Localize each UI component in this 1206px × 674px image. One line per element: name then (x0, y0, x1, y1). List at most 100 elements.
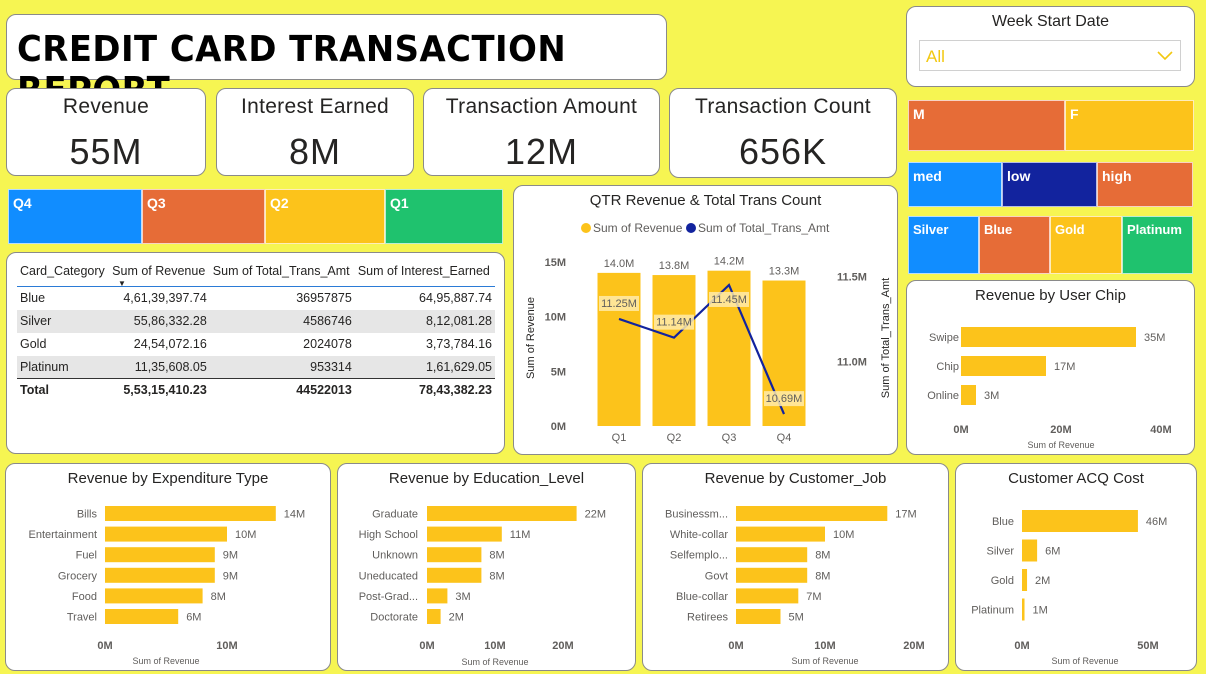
data-label: 8M (815, 570, 830, 582)
bar (736, 609, 781, 624)
data-label: 10M (833, 529, 854, 541)
category-label: Blue-collar (676, 591, 728, 603)
customer-job-chart: Businessm... 17M White-collar 10M Selfemplo.… (665, 506, 925, 666)
cell: 2024078 (303, 337, 352, 351)
x-tick-label: Q1 (612, 432, 627, 444)
tile-card-blue[interactable]: Blue (979, 216, 1050, 274)
chevron-down-icon (1157, 51, 1173, 61)
data-label: 35M (1144, 332, 1165, 344)
y-tick-label: 0M (551, 421, 566, 433)
table-row: Gold 24,54,072.16 2024078 3,73,784.16 (17, 333, 495, 356)
category-label: Travel (67, 612, 97, 624)
table-row: Silver 55,86,332.28 4586746 8,12,081.28 (17, 309, 495, 333)
data-label: 10M (235, 529, 256, 541)
tick-label: 0M (97, 640, 112, 652)
data-label: 14.0M (604, 258, 635, 270)
data-label: 17M (1054, 361, 1075, 373)
category-label: Entertainment (29, 529, 97, 541)
cell: Platinum (17, 355, 110, 379)
legend-label: Sum of Revenue (593, 221, 683, 235)
col-header[interactable]: Sum of Total_Trans_Amt (209, 261, 355, 287)
data-label: 14M (284, 509, 305, 521)
cell: 5,53,15,410.23 (109, 378, 210, 402)
bar (1022, 510, 1138, 532)
bar (736, 547, 808, 563)
tick-label: 0M (728, 640, 743, 652)
tick-label: 10M (484, 640, 505, 652)
data-label: 8M (815, 550, 830, 562)
tile-gender-m[interactable]: M (908, 100, 1065, 151)
data-label: 46M (1146, 516, 1167, 528)
data-label: 11M (510, 529, 531, 541)
customer-job-chart-card: Revenue by Customer_Job Businessm... 17M W… (642, 463, 949, 671)
axis-title: Sum of Revenue (132, 656, 199, 666)
tile-q2[interactable]: Q2 (265, 189, 385, 244)
category-label: Platinum (971, 605, 1014, 617)
y2-tick-label: 11.5M (837, 271, 867, 283)
data-label: 3M (984, 390, 999, 402)
bar (105, 609, 179, 624)
tile-income-med[interactable]: med (908, 162, 1002, 207)
category-label: Graduate (372, 509, 418, 521)
sort-descending-icon: ▼ (118, 279, 126, 288)
tile-card-silver[interactable]: Silver (908, 216, 979, 274)
data-label: 9M (223, 570, 238, 582)
category-label: Doctorate (370, 612, 418, 624)
tile-q1[interactable]: Q1 (385, 189, 503, 244)
category-label: Gold (991, 575, 1014, 587)
tile-card-platinum[interactable]: Platinum (1122, 216, 1193, 274)
tile-card-gold[interactable]: Gold (1050, 216, 1122, 274)
bar (1022, 539, 1038, 562)
data-label: 2M (449, 612, 464, 624)
expenditure-chart-card: Revenue by Expenditure Type Bills 14M Ente… (5, 463, 331, 671)
y-axis-title: Sum of Revenue (525, 297, 537, 379)
bar (105, 506, 276, 521)
cell: 11,35,608.05 (109, 355, 210, 379)
data-label: 1M (1033, 605, 1048, 617)
category-label: Businessm... (665, 509, 728, 521)
tick-label: 20M (903, 640, 924, 652)
tick-label: 0M (419, 640, 434, 652)
cell: Blue (20, 291, 46, 306)
cell: Gold (20, 337, 47, 351)
tick-label: 0M (1014, 640, 1029, 652)
kpi-value: 55M (69, 131, 143, 172)
data-label: 8M (489, 570, 504, 582)
tile-q4[interactable]: Q4 (8, 189, 142, 244)
data-label: 11.25M (601, 298, 637, 310)
cell: 1,61,629.05 (354, 355, 495, 379)
acq-cost-chart-card: Customer ACQ Cost Blue 46M Silver 6M Gold 2M P… (955, 463, 1197, 671)
category-label: Selfemplo... (670, 550, 728, 562)
tick-label: 10M (216, 640, 237, 652)
data-label: 11.45M (711, 294, 747, 306)
tick-label: 0M (953, 424, 968, 436)
tile-q3[interactable]: Q3 (142, 189, 265, 244)
cell: 55,86,332.28 (109, 309, 210, 333)
data-label: 3M (455, 591, 470, 603)
data-label: 8M (211, 591, 226, 603)
bar (427, 609, 441, 624)
user-chip-chart: Swipe 35M Chip 17M Online 3M 0M 20M 40M Sum of Re… (927, 327, 1172, 450)
table-total-row: Total 5,53,15,410.23 44522013 78,43,382.… (17, 378, 495, 402)
slicer-dropdown[interactable]: All (919, 40, 1181, 71)
expenditure-chart: Bills 14M Entertainment 10M Fuel 9M Grocery 9M F… (29, 506, 305, 666)
data-label: 2M (1035, 575, 1050, 587)
x-tick-label: Q3 (722, 432, 737, 444)
data-label: 5M (789, 612, 804, 624)
tile-income-low[interactable]: low (1002, 162, 1097, 207)
tick-label: 20M (552, 640, 573, 652)
tile-gender-f[interactable]: F (1065, 100, 1194, 151)
category-label: Silver (986, 546, 1014, 558)
series-line (618, 283, 786, 415)
cell: Total (17, 378, 110, 402)
bar (652, 275, 696, 426)
bar (427, 526, 502, 542)
tile-income-high[interactable]: high (1097, 162, 1193, 207)
bar (736, 526, 825, 542)
education-chart-card: Revenue by Education_Level Graduate 22M Hi… (337, 463, 636, 671)
col-header[interactable]: Card_Category (17, 261, 110, 287)
category-label: Grocery (58, 570, 98, 582)
col-header[interactable]: Sum of Interest_Earned (354, 261, 495, 287)
y2-tick-label: 11.0M (837, 356, 867, 368)
kpi-revenue: Revenue 55M (6, 88, 206, 176)
